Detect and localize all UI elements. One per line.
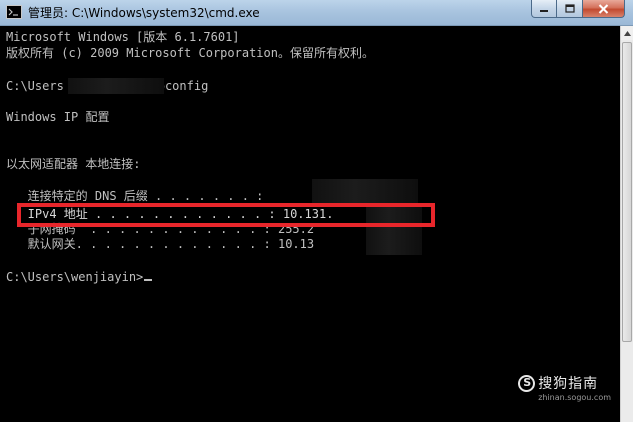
cmd-window: 管理员: C:\Windows\system32\cmd.exe Microso… [0,0,633,422]
sogou-logo-icon: S [518,374,536,392]
blurred-username [68,78,164,94]
blurred-dns [312,179,418,205]
cmd-icon[interactable] [6,5,22,19]
console-line: 版权所有 (c) 2009 Microsoft Corporation。保留所有… [6,46,374,60]
console-line: 默认网关. . . . . . . . . . . . . : 10.13 [6,237,315,251]
close-icon [598,3,609,14]
watermark-domain: zhinan.sogou.com [538,393,611,402]
arrow-up-icon [623,30,631,36]
title-bar[interactable]: 管理员: C:\Windows\system32\cmd.exe [0,0,633,26]
maximize-button[interactable] [557,0,583,18]
command-prompt: C:\Users\wenjiayin> [6,270,153,284]
window-title: 管理员: C:\Windows\system32\cmd.exe [28,6,260,20]
scrollbar-thumb[interactable] [622,42,632,342]
sogou-watermark: S 搜狗指南 zhinan.sogou.com [518,373,611,402]
console-line: 连接特定的 DNS 后缀 . . . . . . . : [6,189,264,203]
console-line: Microsoft Windows [版本 6.1.7601] [6,30,240,44]
watermark-brand: 搜狗指南 [538,376,599,392]
vertical-scrollbar[interactable] [620,26,633,422]
console-line: Windows IP 配置 [6,110,110,124]
prompt-text: C:\Users\wenjiayin> [6,270,144,284]
scroll-up-button[interactable] [621,26,633,40]
close-button[interactable] [583,0,625,18]
minimize-button[interactable] [531,0,557,18]
ipv4-highlight-box [17,203,435,227]
text-cursor [144,279,153,281]
minimize-icon [540,9,548,12]
window-controls [531,0,625,19]
maximize-icon [564,4,575,13]
console-line: 以太网适配器 本地连接: [6,157,141,171]
